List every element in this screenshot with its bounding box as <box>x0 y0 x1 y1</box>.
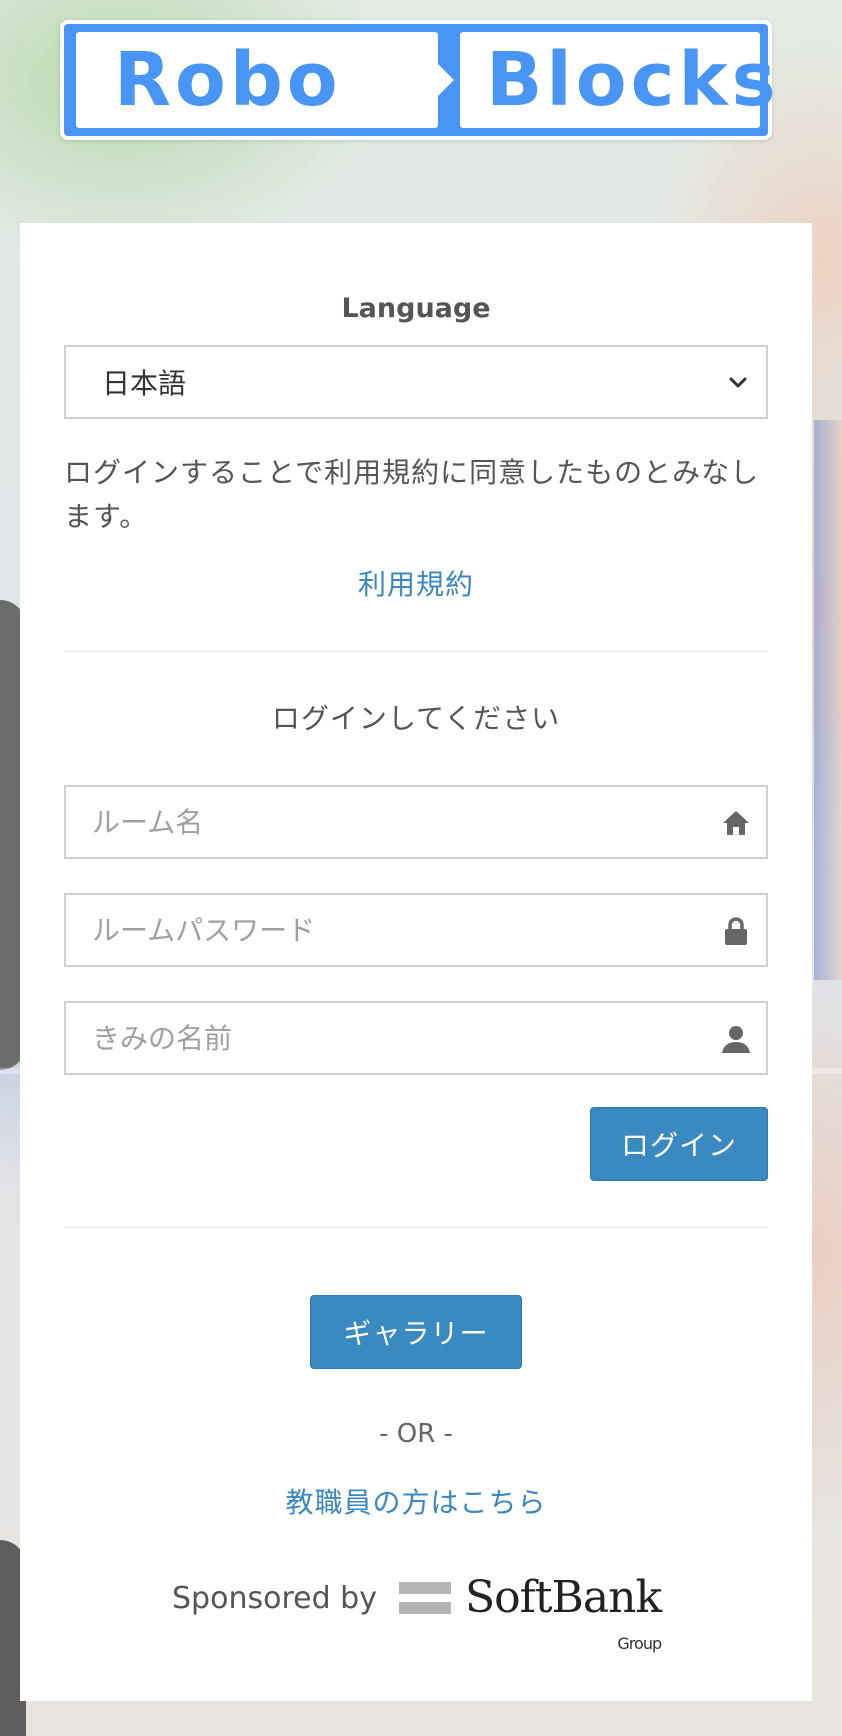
divider <box>64 651 768 652</box>
sponsor-label: Sponsored by <box>172 1580 377 1616</box>
softbank-logo: SoftBank Group <box>464 1572 662 1654</box>
logo-notch <box>432 58 454 102</box>
language-selected-value: 日本語 <box>102 367 187 400</box>
player-name-field[interactable] <box>64 1001 768 1075</box>
or-separator: - OR - <box>379 1419 453 1449</box>
softbank-logo-mark <box>398 1578 451 1618</box>
softbank-logo-group: Group <box>617 1634 662 1653</box>
terms-link[interactable]: 利用規約 <box>20 563 812 603</box>
sponsor-row: Sponsored by SoftBank Group <box>172 1563 662 1654</box>
logo-word-left: Robo <box>114 37 342 123</box>
language-select[interactable]: 日本語 <box>64 345 768 419</box>
background-shape <box>814 420 842 980</box>
staff-login-link[interactable]: 教職員の方はこちら <box>20 1481 812 1521</box>
logo-word-right: Blocks <box>486 37 780 123</box>
terms-notice: ログインすることで利用規約に同意したものとみなします。 <box>64 456 760 533</box>
home-icon <box>723 811 749 835</box>
softbank-logo-text: SoftBank <box>464 1572 662 1623</box>
room-name-input[interactable] <box>92 805 672 839</box>
gallery-button[interactable]: ギャラリー <box>310 1295 522 1369</box>
language-label: Language <box>341 293 491 324</box>
user-icon <box>722 1026 750 1053</box>
login-card: Language 日本語 ログインすることで利用規約に同意したものとみなします。… <box>20 223 812 1701</box>
chevron-down-icon <box>729 377 747 388</box>
room-password-input[interactable] <box>92 913 672 947</box>
robo-blocks-logo: Robo Blocks <box>60 20 776 140</box>
room-password-field[interactable] <box>64 893 768 967</box>
login-button[interactable]: ログイン <box>590 1107 768 1181</box>
divider <box>64 1227 768 1228</box>
room-name-field[interactable] <box>64 785 768 859</box>
lock-icon <box>725 917 747 945</box>
player-name-input[interactable] <box>92 1021 672 1055</box>
login-prompt: ログインしてください <box>271 702 561 735</box>
